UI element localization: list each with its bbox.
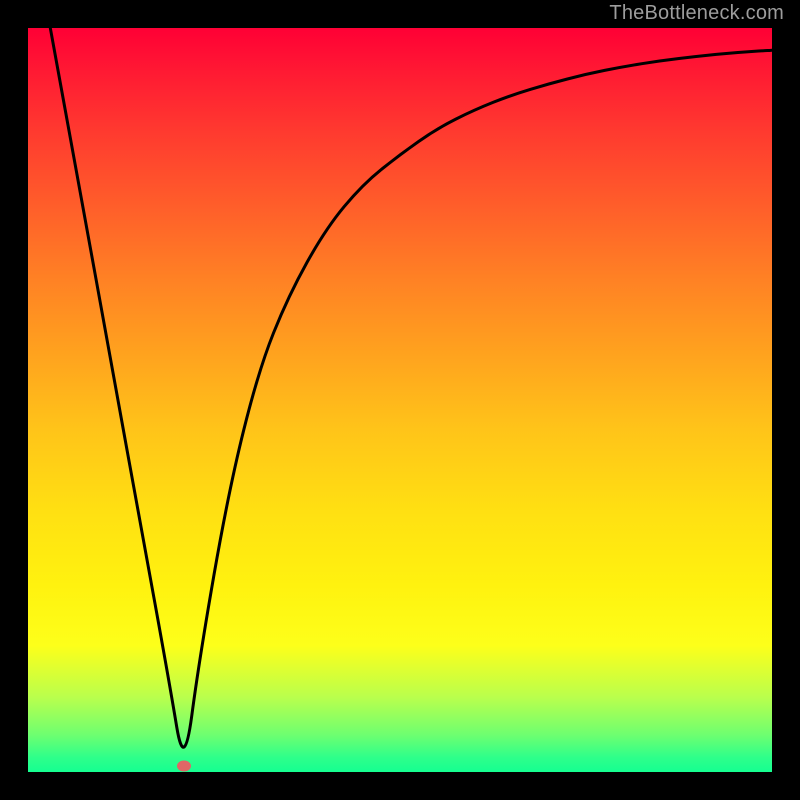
chart-frame: TheBottleneck.com <box>0 0 800 800</box>
plot-area <box>28 28 772 772</box>
minimum-marker <box>177 761 191 772</box>
curve-path <box>50 28 772 747</box>
watermark-text: TheBottleneck.com <box>609 2 784 25</box>
bottleneck-curve <box>28 28 772 772</box>
